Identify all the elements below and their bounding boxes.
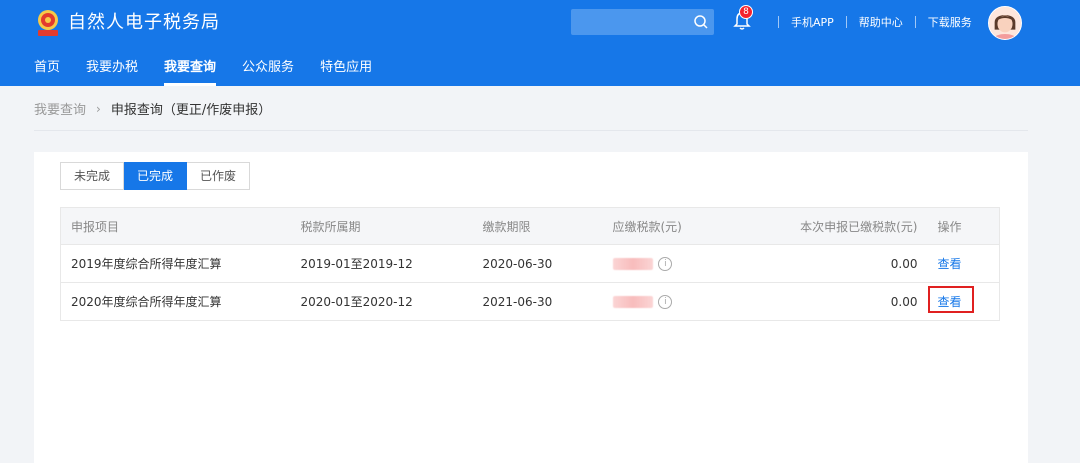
table-header-row: 申报项目 税款所属期 缴款期限 应缴税款(元) 本次申报已缴税款(元) 操作 (60, 207, 1000, 245)
search-icon[interactable] (693, 14, 709, 30)
cell-action: 查看 (917, 282, 1000, 321)
mobile-app-link[interactable]: 手机APP (791, 14, 834, 30)
cell-deadline: 2020-06-30 (482, 244, 613, 283)
column-header-item: 申报项目 (60, 207, 301, 245)
nav-query[interactable]: 我要查询 (164, 58, 217, 86)
redacted-amount (612, 257, 653, 270)
top-links: 手机APP 帮助中心 下载服务 (766, 13, 972, 31)
cell-period: 2019-01至2019-12 (300, 244, 483, 283)
column-header-tax-paid: 本次申报已缴税款(元) (717, 207, 918, 245)
tab-completed[interactable]: 已完成 (124, 162, 188, 190)
divider (34, 130, 1028, 131)
site-title: 自然人电子税务局 (68, 12, 220, 33)
nav-home[interactable]: 首页 (34, 58, 60, 86)
help-center-link[interactable]: 帮助中心 (859, 14, 903, 30)
table-row: 2020年度综合所得年度汇算 2020-01至2020-12 2021-06-3… (60, 282, 1000, 321)
breadcrumb-current: 申报查询（更正/作废申报） (110, 103, 272, 118)
cell-item: 2019年度综合所得年度汇算 (60, 244, 301, 283)
download-link[interactable]: 下载服务 (928, 14, 972, 30)
divider (845, 16, 847, 28)
redacted-amount (612, 295, 653, 308)
cell-tax-paid: 0.00 (717, 282, 918, 321)
main-nav: 首页 我要办税 我要查询 公众服务 特色应用 (34, 58, 398, 86)
cell-tax-due: i (612, 282, 718, 321)
info-icon[interactable]: i (658, 256, 673, 271)
column-header-period: 税款所属期 (300, 207, 483, 245)
status-tabs: 未完成 已完成 已作废 (60, 162, 251, 190)
cell-item: 2020年度综合所得年度汇算 (60, 282, 301, 321)
nav-tax-filing[interactable]: 我要办税 (86, 58, 138, 86)
column-header-tax-due: 应缴税款(元) (612, 207, 718, 245)
nav-featured-apps[interactable]: 特色应用 (320, 58, 372, 86)
cell-deadline: 2021-06-30 (482, 282, 613, 321)
nav-public-service[interactable]: 公众服务 (242, 58, 294, 86)
column-header-deadline: 缴款期限 (482, 207, 613, 245)
info-icon[interactable]: i (658, 294, 673, 309)
divider (778, 16, 779, 28)
cell-tax-due: i (612, 244, 718, 283)
declaration-table: 申报项目 税款所属期 缴款期限 应缴税款(元) 本次申报已缴税款(元) 操作 2… (60, 207, 1000, 321)
cell-tax-paid: 0.00 (717, 244, 918, 283)
tab-voided[interactable]: 已作废 (187, 162, 251, 190)
view-button[interactable]: 查看 (938, 295, 962, 309)
breadcrumb: 我要查询 › 申报查询（更正/作废申报） (34, 99, 272, 119)
search-input[interactable] (571, 9, 691, 35)
tab-incomplete[interactable]: 未完成 (60, 162, 125, 190)
cell-period: 2020-01至2020-12 (300, 282, 483, 321)
tax-emblem-icon (38, 10, 58, 36)
cell-action: 查看 (917, 244, 1000, 283)
column-header-action: 操作 (917, 207, 1000, 245)
top-header: 自然人电子税务局 8 手机APP 帮助中心 下载服务 首页 我要办税 我要查询 (0, 0, 1080, 86)
notification-badge: 8 (739, 5, 753, 19)
view-button[interactable]: 查看 (938, 257, 962, 271)
content-card: 未完成 已完成 已作废 申报项目 税款所属期 缴款期限 应缴税款(元) 本次申报… (34, 152, 1028, 463)
breadcrumb-parent[interactable]: 我要查询 (34, 99, 86, 118)
user-avatar-icon (989, 7, 1021, 39)
chevron-right-icon: › (96, 101, 101, 116)
avatar[interactable] (988, 6, 1022, 40)
search-box[interactable] (571, 9, 714, 35)
table-row: 2019年度综合所得年度汇算 2019-01至2019-12 2020-06-3… (60, 244, 1000, 283)
divider (914, 16, 916, 28)
